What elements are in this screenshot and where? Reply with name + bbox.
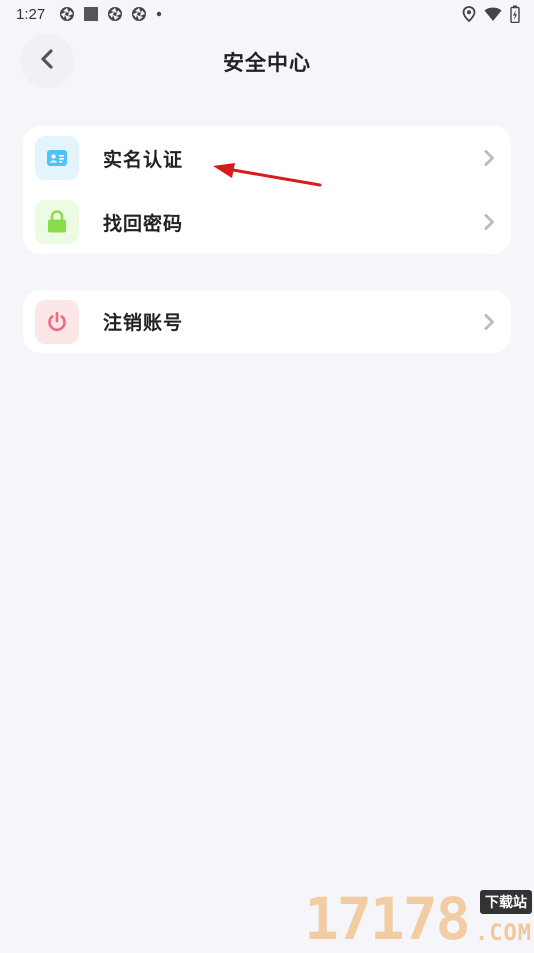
account-options-card: 注销账号: [23, 290, 511, 353]
shutter-icon: [131, 6, 147, 22]
recover-password-label: 找回密码: [103, 212, 184, 235]
cancel-account-row[interactable]: 注销账号: [23, 290, 511, 353]
chevron-right-icon: [481, 212, 497, 232]
watermark-suffix: .COM: [475, 921, 532, 946]
annotation-arrow: [213, 163, 322, 187]
status-right: [462, 5, 520, 23]
status-bar: 1:27: [0, 0, 534, 28]
shutter-icon: [107, 6, 123, 22]
location-icon: [462, 6, 476, 22]
status-left: 1:27: [16, 6, 163, 23]
real-name-verification-label: 实名认证: [103, 148, 184, 171]
dot-icon: [155, 10, 163, 18]
watermark-tag: 下载站: [480, 890, 532, 914]
chevron-right-icon: [481, 148, 497, 168]
square-icon: [83, 6, 99, 22]
battery-icon: [510, 5, 520, 23]
watermark-digits: 17178: [304, 885, 471, 953]
chevron-right-icon: [481, 312, 497, 332]
shutter-icon: [59, 6, 75, 22]
power-icon: [35, 299, 79, 344]
watermark: 17178 下载站 .COM: [304, 888, 534, 950]
lock-icon: [35, 200, 79, 244]
page-title: 安全中心: [223, 51, 311, 75]
status-time: 1:27: [16, 5, 46, 23]
id-card-icon: [35, 136, 79, 180]
header: 安全中心: [0, 30, 534, 96]
recover-password-row[interactable]: 找回密码: [23, 190, 511, 254]
wifi-icon: [484, 6, 502, 22]
cancel-account-label: 注销账号: [103, 312, 184, 334]
